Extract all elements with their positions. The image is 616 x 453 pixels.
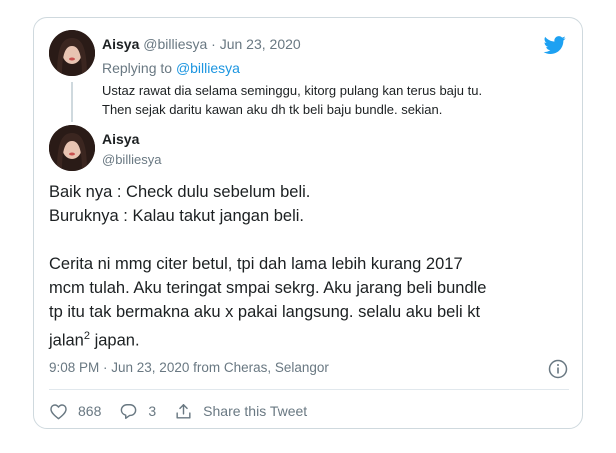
tweet-actions-bar: 868 3 Share this Tweet bbox=[49, 400, 325, 422]
actions-divider bbox=[49, 389, 569, 390]
tweet-text-line: Cerita ni mmg citer betul, tpi dah lama … bbox=[49, 255, 463, 273]
replying-prefix: Replying to bbox=[102, 60, 173, 76]
reply-count: 3 bbox=[148, 403, 157, 419]
reply-bubble-icon bbox=[121, 403, 137, 419]
avatar-photo bbox=[49, 30, 95, 76]
tweet-card: Aisya @billiesya · Jun 23, 2020 Replying… bbox=[33, 17, 583, 429]
twitter-bird-icon[interactable] bbox=[542, 34, 568, 56]
author-avatar[interactable] bbox=[49, 125, 95, 171]
parent-tweet-header: Aisya @billiesya · Jun 23, 2020 bbox=[102, 36, 301, 52]
tweet-timestamp[interactable]: 9:08 PM · Jun 23, 2020 from Cheras, Sela… bbox=[49, 360, 329, 375]
reply-button[interactable]: 3 bbox=[119, 402, 156, 421]
tweet-paragraph: Cerita ni mmg citer betul, tpi dah lama … bbox=[49, 252, 569, 353]
author-handle[interactable]: @billiesya bbox=[102, 152, 161, 167]
avatar-photo bbox=[49, 125, 95, 171]
share-button[interactable]: Share this Tweet bbox=[174, 402, 307, 421]
parent-text-line: Ustaz rawat dia selama seminggu, kitorg … bbox=[102, 83, 483, 98]
tweet-text-line: japan. bbox=[90, 331, 140, 350]
tweet-body: Baik nya : Check dulu sebelum beli. Buru… bbox=[49, 180, 569, 353]
parent-tweet-text: Ustaz rawat dia selama seminggu, kitorg … bbox=[102, 81, 542, 119]
tweet-text-line: Baik nya : Check dulu sebelum beli. bbox=[49, 183, 311, 201]
like-count: 868 bbox=[78, 403, 102, 419]
tweet-paragraph: Baik nya : Check dulu sebelum beli. Buru… bbox=[49, 180, 569, 228]
tweet-text-line: mcm tulah. Aku teringat smpai sekrg. Aku… bbox=[49, 279, 487, 297]
parent-text-line: Then sejak daritu kawan aku dh tk beli b… bbox=[102, 102, 443, 117]
parent-author-avatar[interactable] bbox=[49, 30, 95, 76]
like-button[interactable]: 868 bbox=[49, 402, 101, 421]
author-name[interactable]: Aisya bbox=[102, 131, 139, 147]
tweet-text-line: tp itu tak bermakna aku x pakai langsung… bbox=[49, 303, 481, 321]
info-icon[interactable] bbox=[548, 359, 568, 379]
parent-author-name[interactable]: Aisya bbox=[102, 36, 139, 52]
parent-author-handle[interactable]: @billiesya bbox=[143, 36, 207, 52]
heart-icon bbox=[50, 403, 67, 419]
share-label: Share this Tweet bbox=[203, 403, 308, 419]
parent-tweet-date[interactable]: Jun 23, 2020 bbox=[220, 36, 301, 52]
tweet-text-line: jalan bbox=[49, 331, 84, 350]
replying-handle-link[interactable]: @billiesya bbox=[176, 60, 240, 76]
share-icon bbox=[176, 403, 191, 419]
tweet-text-line: Buruknya : Kalau takut jangan beli. bbox=[49, 207, 305, 225]
replying-to-line: Replying to @billiesya bbox=[102, 60, 240, 76]
thread-connector-line bbox=[71, 82, 73, 122]
header-separator: · bbox=[211, 36, 216, 52]
